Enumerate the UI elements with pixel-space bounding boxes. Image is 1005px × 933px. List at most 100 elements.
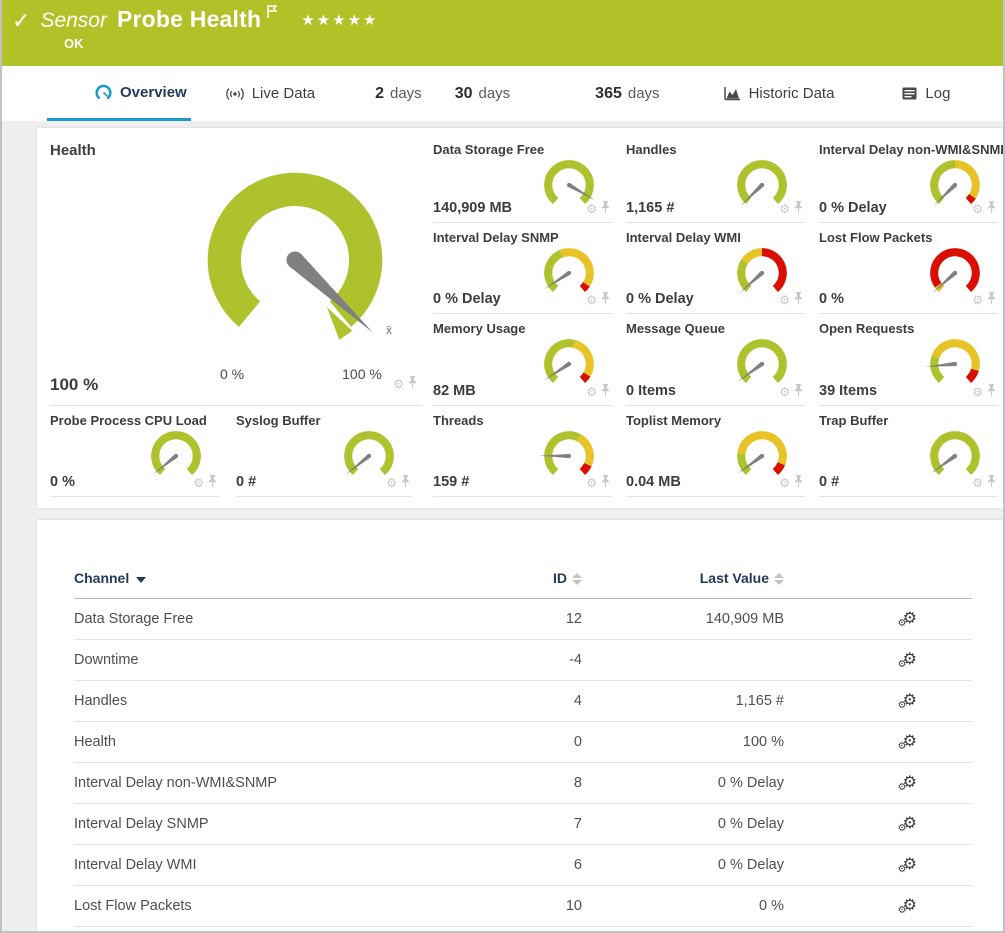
sensor-type-label: Sensor [40, 9, 107, 33]
channel-last-value-cell [582, 640, 784, 681]
gear-icon[interactable]: ⚙ [779, 386, 790, 398]
pin-icon[interactable] [601, 474, 610, 492]
table-row[interactable]: Interval Delay WMI60 % Delay⚙⚙ [74, 845, 972, 886]
log-list-icon [902, 87, 917, 100]
column-header-channel[interactable]: Channel [74, 570, 482, 599]
gauge-max-label: 100 % [332, 366, 392, 382]
channel-settings-gear-icon[interactable]: ⚙⚙ [903, 857, 917, 873]
tab-live-data[interactable]: Live Data [226, 66, 315, 121]
channel-name-cell: Interval Delay WMI [74, 845, 482, 886]
column-header-last-value[interactable]: Last Value [582, 570, 784, 599]
gauge-value: 159 # [433, 474, 469, 490]
pin-icon[interactable] [208, 474, 217, 492]
gauge-cell: Toplist Memory0.04 MB⚙ [626, 411, 805, 497]
priority-stars[interactable]: ★★★★★ [301, 11, 378, 29]
gear-icon[interactable]: ⚙ [972, 386, 983, 398]
channel-id-cell: 0 [482, 722, 582, 763]
gauge-value: 0 # [819, 474, 839, 490]
tab-historic-data[interactable]: Historic Data [724, 66, 835, 121]
flag-icon[interactable] [267, 5, 279, 24]
tab-overview[interactable]: Overview [47, 66, 191, 121]
pin-icon[interactable] [987, 383, 996, 401]
table-row[interactable]: Data Storage Free12140,909 MB⚙⚙ [74, 599, 972, 640]
channel-settings-gear-icon[interactable]: ⚙⚙ [903, 652, 917, 668]
pin-icon[interactable] [987, 200, 996, 218]
gauge-min-label: 0 % [202, 366, 262, 382]
gear-icon[interactable]: ⚙ [972, 294, 983, 306]
tab-365-days[interactable]: 365 days [595, 66, 659, 121]
channel-settings-gear-icon[interactable]: ⚙⚙ [903, 611, 917, 627]
gauge-cell: Open Requests39 Items⚙ [819, 319, 998, 406]
gear-icon[interactable]: ⚙ [586, 294, 597, 306]
gauge-cell: Lost Flow Packets0 %⚙ [819, 228, 998, 314]
tab-365-days-unit: days [628, 85, 660, 102]
tab-2-days[interactable]: 2 days [375, 66, 422, 121]
gear-icon[interactable]: ⚙ [193, 477, 204, 489]
health-gauge-cell: Health 0 % 100 % x̄ 100 % ⚙ [50, 140, 422, 406]
tab-live-data-label: Live Data [252, 85, 315, 102]
pin-icon[interactable] [987, 291, 996, 309]
average-marker: x̄ [386, 323, 392, 337]
table-row[interactable]: Interval Delay non-WMI&SNMP80 % Delay⚙⚙ [74, 763, 972, 804]
pin-icon[interactable] [794, 200, 803, 218]
tab-2-days-unit: days [390, 85, 422, 102]
channel-table-panel: Channel ID Last Value Data Storage Free1… [37, 520, 1003, 933]
channel-last-value-cell: 0 % [582, 886, 784, 927]
gear-icon[interactable]: ⚙ [586, 386, 597, 398]
gauge-cell: Probe Process CPU Load 0 % ⚙ [50, 411, 219, 497]
channel-id-cell: 12 [482, 599, 582, 640]
gauge-title: Interval Delay WMI [626, 230, 741, 245]
gauge-cell: Threads159 #⚙ [433, 411, 612, 497]
gauge-title: Message Queue [626, 321, 725, 336]
gear-icon[interactable]: ⚙ [386, 477, 397, 489]
gear-icon[interactable]: ⚙ [586, 203, 597, 215]
gear-icon[interactable]: ⚙ [779, 294, 790, 306]
table-row[interactable]: Handles41,165 #⚙⚙ [74, 681, 972, 722]
gauge-cell: Data Storage Free140,909 MB⚙ [433, 140, 612, 223]
channel-table: Channel ID Last Value Data Storage Free1… [74, 570, 972, 927]
channel-name-cell: Downtime [74, 640, 482, 681]
table-row[interactable]: Health0100 %⚙⚙ [74, 722, 972, 763]
table-row[interactable]: Downtime-4 ⚙⚙ [74, 640, 972, 681]
gauge-value: 82 MB [433, 383, 476, 399]
pin-icon[interactable] [601, 291, 610, 309]
channel-name-cell: Lost Flow Packets [74, 886, 482, 927]
pin-icon[interactable] [401, 474, 410, 492]
channel-settings-gear-icon[interactable]: ⚙⚙ [903, 775, 917, 791]
sensor-page: ✓ Sensor Probe Health ★★★★★ OK Overview … [0, 0, 1005, 933]
pin-icon[interactable] [794, 383, 803, 401]
gear-icon[interactable]: ⚙ [393, 378, 404, 390]
pin-icon[interactable] [601, 200, 610, 218]
pin-icon[interactable] [408, 375, 417, 393]
gauge-value: 39 Items [819, 383, 877, 399]
channel-settings-gear-icon[interactable]: ⚙⚙ [903, 816, 917, 832]
channel-settings-gear-icon[interactable]: ⚙⚙ [903, 898, 917, 914]
pin-icon[interactable] [794, 474, 803, 492]
column-header-id[interactable]: ID [482, 570, 582, 599]
table-row[interactable]: Lost Flow Packets100 %⚙⚙ [74, 886, 972, 927]
gear-icon[interactable]: ⚙ [779, 203, 790, 215]
status-ok-check-icon: ✓ [12, 8, 30, 34]
tab-log[interactable]: Log [902, 66, 950, 121]
gear-icon[interactable]: ⚙ [586, 477, 597, 489]
gauge-value: 0 % [50, 474, 75, 490]
channel-settings-gear-icon[interactable]: ⚙⚙ [903, 734, 917, 750]
channel-settings-gear-icon[interactable]: ⚙⚙ [903, 693, 917, 709]
channel-last-value-cell: 140,909 MB [582, 599, 784, 640]
pin-icon[interactable] [987, 474, 996, 492]
gauge-title: Probe Process CPU Load [50, 413, 207, 428]
table-row[interactable]: Interval Delay SNMP70 % Delay⚙⚙ [74, 804, 972, 845]
gauge-value: 0 # [236, 474, 256, 490]
channel-id-cell: 6 [482, 845, 582, 886]
gear-icon[interactable]: ⚙ [779, 477, 790, 489]
pin-icon[interactable] [794, 291, 803, 309]
channel-id-cell: -4 [482, 640, 582, 681]
historic-chart-icon [724, 86, 741, 101]
channel-id-cell: 7 [482, 804, 582, 845]
gear-icon[interactable]: ⚙ [972, 203, 983, 215]
gear-icon[interactable]: ⚙ [972, 477, 983, 489]
pin-icon[interactable] [601, 383, 610, 401]
tab-30-days[interactable]: 30 days [455, 66, 510, 121]
gauge-cell: Trap Buffer0 #⚙ [819, 411, 998, 497]
channel-name-cell: Health [74, 722, 482, 763]
